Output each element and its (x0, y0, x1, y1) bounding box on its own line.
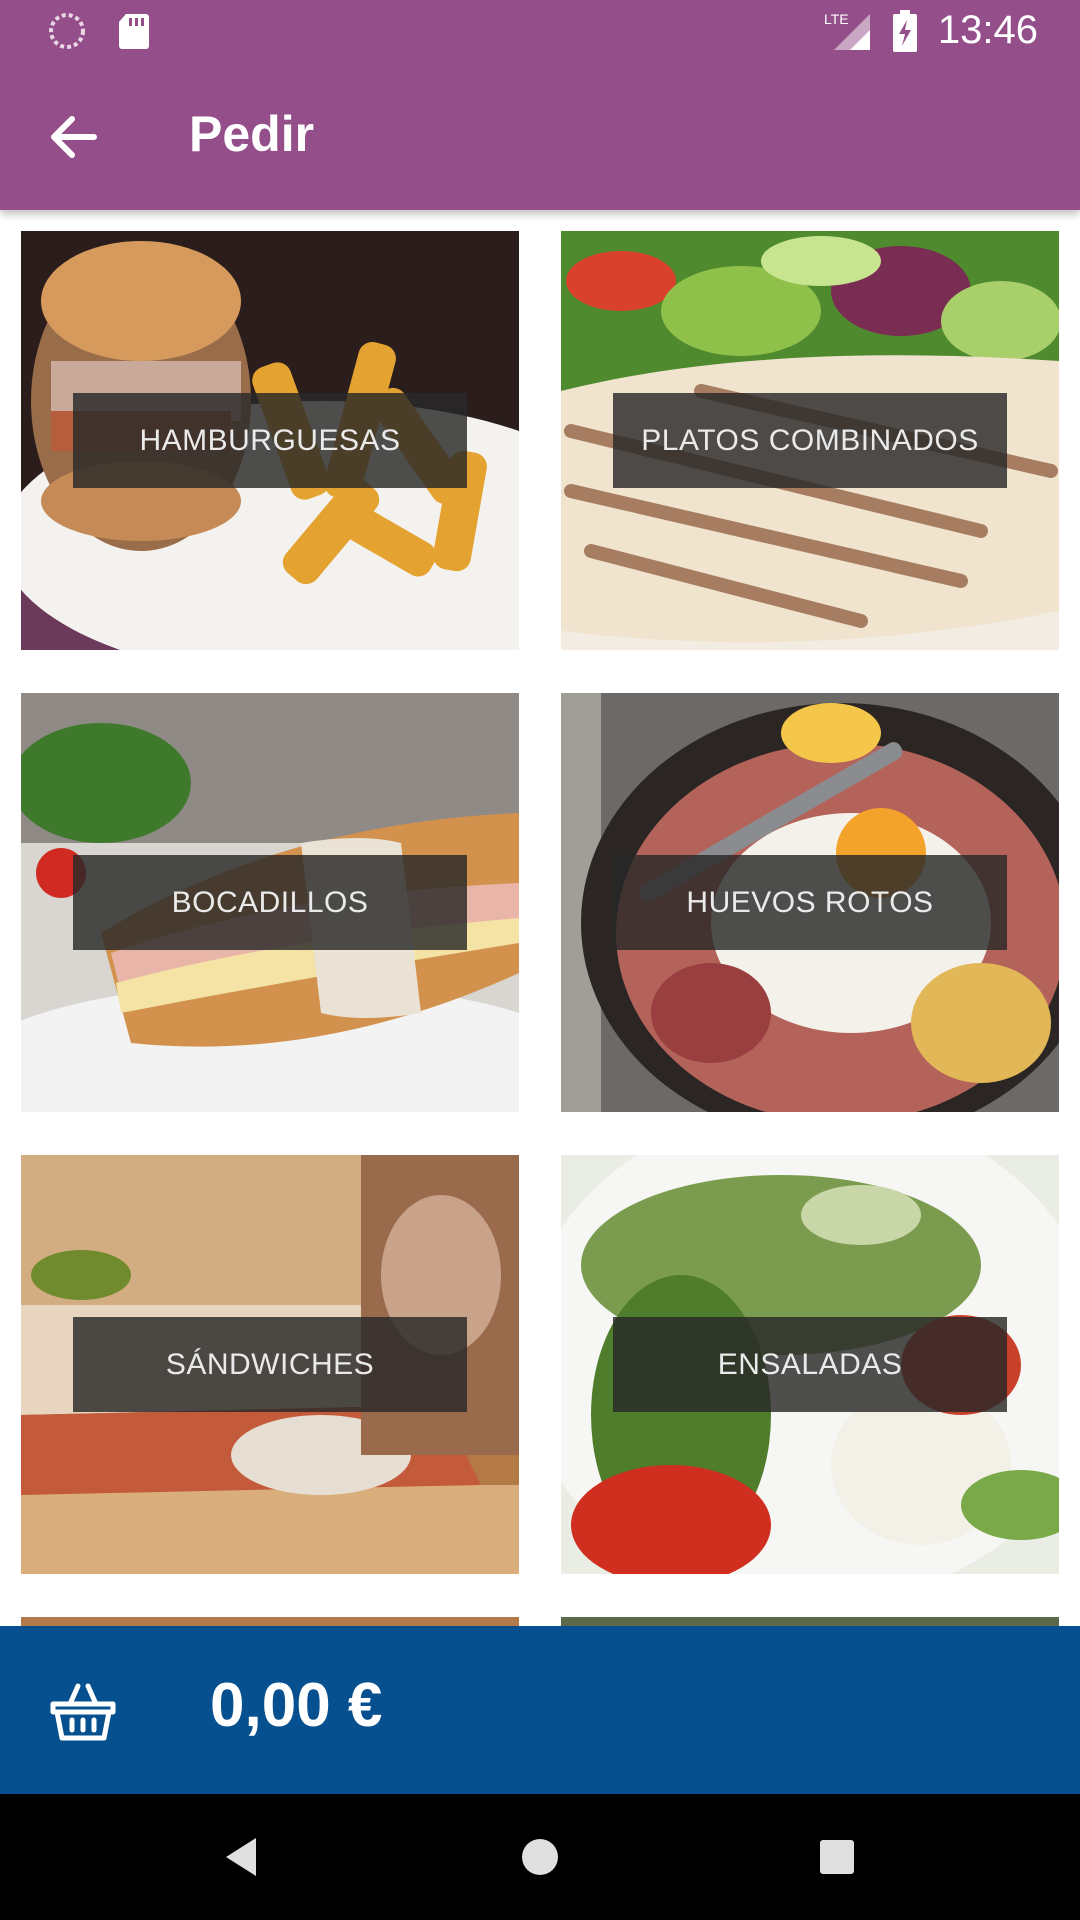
category-label: SÁNDWICHES (73, 1317, 467, 1412)
category-tile-partial[interactable] (561, 1617, 1059, 1626)
arrow-left-icon (51, 116, 97, 158)
back-triangle-icon (226, 1838, 256, 1876)
nav-home-button[interactable] (515, 1832, 565, 1882)
category-label: ENSALADAS (613, 1317, 1007, 1412)
system-nav-bar (0, 1794, 1080, 1920)
toolbar: Pedir (0, 63, 1080, 210)
cart-bar[interactable]: 0,00 € (0, 1626, 1080, 1794)
basket-icon (50, 1683, 116, 1741)
cart-total: 0,00 € (210, 1671, 383, 1740)
signal-icon: LTE (824, 11, 870, 50)
status-bar: LTE 13:46 (0, 0, 1080, 63)
category-tile-platos-combinados[interactable]: PLATOS COMBINADOS (561, 231, 1059, 650)
category-tile-partial[interactable] (21, 1617, 519, 1626)
page-title: Pedir (189, 106, 315, 162)
recents-square-icon (820, 1840, 854, 1874)
category-label: PLATOS COMBINADOS (613, 393, 1007, 488)
category-label: HUEVOS ROTOS (613, 855, 1007, 950)
category-tile-bocadillos[interactable]: BOCADILLOS (21, 693, 519, 1112)
category-label: BOCADILLOS (73, 855, 467, 950)
category-label: HAMBURGUESAS (73, 393, 467, 488)
nav-recents-button[interactable] (812, 1832, 862, 1882)
loading-icon (49, 13, 85, 49)
clock: 13:46 (937, 8, 1038, 52)
battery-charging-icon (892, 9, 917, 52)
home-circle-icon (522, 1839, 558, 1875)
nav-back-button[interactable] (218, 1832, 268, 1882)
tile-image-partial (21, 1617, 519, 1626)
back-button[interactable] (42, 105, 106, 169)
category-tile-huevos-rotos[interactable]: HUEVOS ROTOS (561, 693, 1059, 1112)
cart-button[interactable] (48, 1676, 118, 1746)
category-tile-sandwiches[interactable]: SÁNDWICHES (21, 1155, 519, 1574)
sd-card-icon (119, 14, 149, 49)
svg-text:LTE: LTE (824, 11, 849, 27)
category-grid: HAMBURGUESAS PLATOS COMBINADOS BOCADILLO… (0, 210, 1080, 1626)
category-tile-hamburguesas[interactable]: HAMBURGUESAS (21, 231, 519, 650)
tile-image-partial (561, 1617, 1059, 1626)
category-tile-ensaladas[interactable]: ENSALADAS (561, 1155, 1059, 1574)
